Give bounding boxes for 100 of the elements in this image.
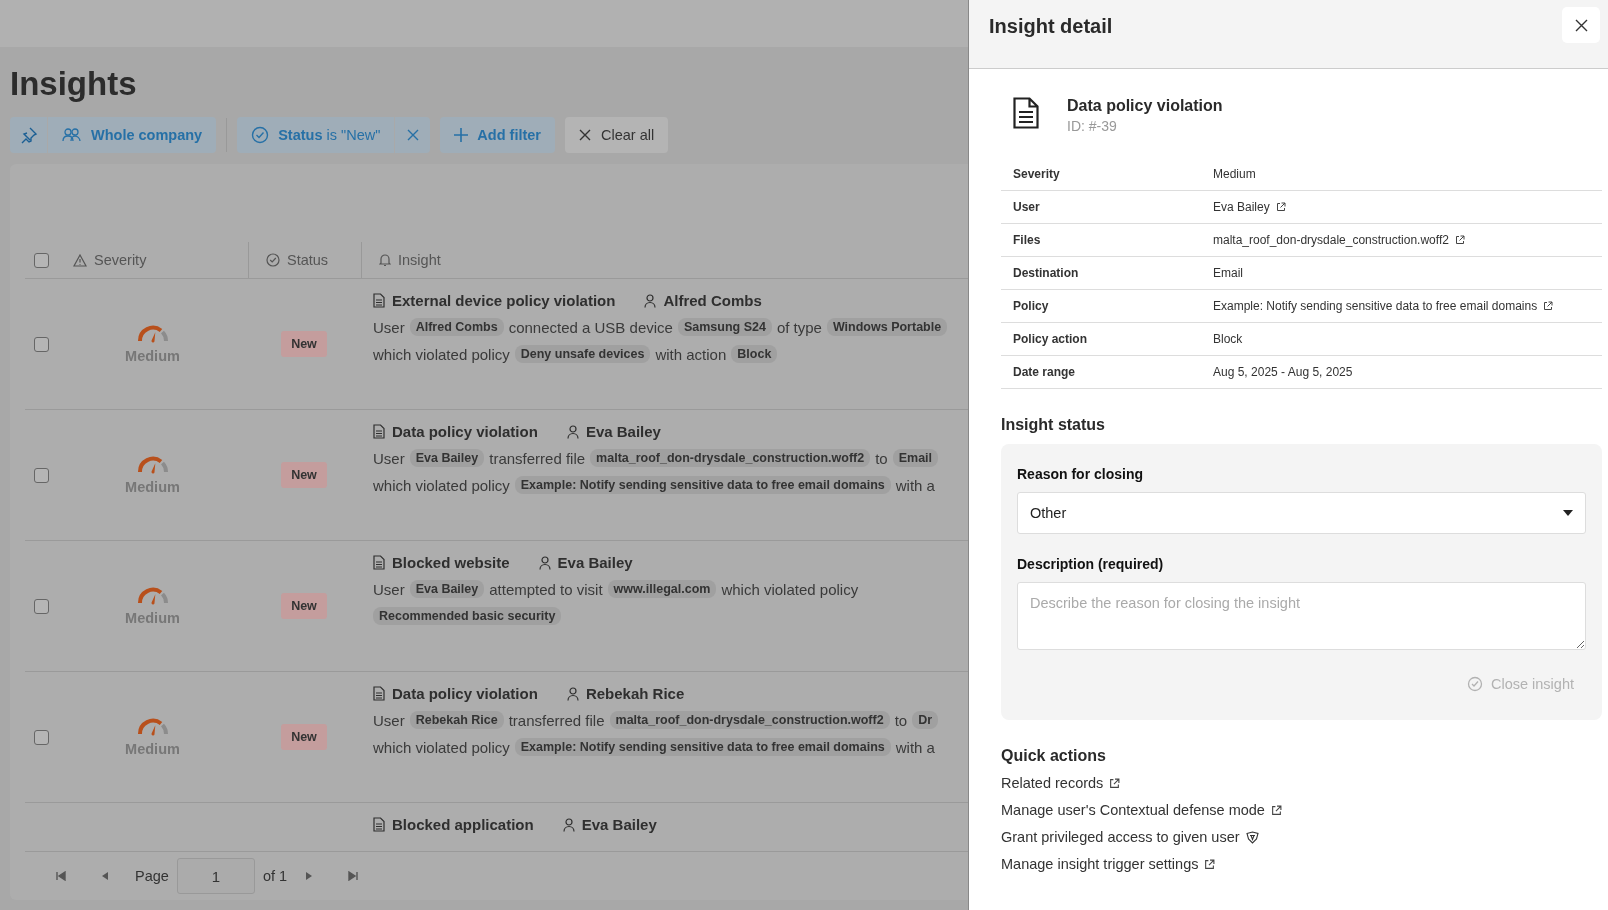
close-button[interactable] — [1562, 7, 1600, 43]
value-tag: Email — [892, 449, 939, 467]
value-tag: Windows Portable — [826, 318, 948, 336]
page-input[interactable]: 1 — [176, 858, 255, 894]
description-text: transferred file — [508, 711, 605, 729]
user-icon — [644, 293, 657, 308]
status-badge: New — [281, 331, 327, 357]
row-checkbox[interactable] — [33, 598, 49, 614]
description-text: with action — [655, 345, 727, 363]
document-icon — [373, 293, 385, 308]
description-text: User — [373, 711, 405, 729]
external-link-icon — [1109, 777, 1121, 789]
value-tag: Example: Notify sending sensitive data to free email domains — [514, 738, 891, 756]
insight-title: Blocked application — [392, 816, 534, 833]
detail-value: Email — [1213, 266, 1243, 280]
external-link-icon[interactable] — [1454, 235, 1465, 245]
detail-label: Severity — [1012, 167, 1061, 181]
detail-label: Destination — [1012, 266, 1080, 280]
check-circle-icon — [251, 126, 270, 144]
description-text: which violated policy — [373, 738, 510, 756]
gauge-icon — [136, 717, 169, 737]
field-label: Description (required) — [1017, 556, 1165, 572]
close-icon — [406, 129, 419, 141]
value-tag: malta_roof_don-drysdale_construction.woff2 — [590, 449, 871, 467]
value-tag: Eva Bailey — [409, 580, 485, 598]
description-text: to — [894, 711, 908, 729]
shield-icon — [1245, 830, 1259, 844]
description-text: which violated policy — [373, 476, 510, 494]
detail-label: Files — [1012, 233, 1042, 247]
external-link-icon[interactable] — [1275, 202, 1286, 212]
plus-icon — [454, 128, 469, 142]
field-label: Reason for closing — [1017, 466, 1145, 482]
detail-value: Eva Bailey — [1213, 200, 1270, 214]
section-heading: Quick actions — [1001, 747, 1107, 765]
description-text: of type — [776, 318, 822, 336]
first-page-icon — [56, 871, 66, 881]
user-name: Eva Bailey — [557, 554, 633, 571]
gauge-icon — [136, 324, 169, 344]
value-tag: Deny unsafe devices — [514, 345, 651, 363]
quick-action-link[interactable]: Manage insight trigger settings — [1001, 856, 1199, 872]
close-icon — [579, 129, 591, 141]
last-page-icon — [348, 871, 359, 881]
column-header: Severity — [94, 252, 147, 268]
close-icon — [1574, 18, 1588, 32]
value-tag: Rebekah Rice — [409, 711, 504, 729]
value-tag: Alfred Combs — [409, 318, 504, 336]
quick-action-link[interactable]: Related records — [1001, 775, 1104, 791]
gauge-icon — [136, 455, 169, 475]
section-heading: Insight status — [1001, 416, 1106, 434]
check-circle-icon — [1467, 676, 1483, 692]
clear-all-button[interactable]: Clear all — [565, 117, 669, 153]
page-title: Insights — [10, 65, 138, 103]
document-icon — [373, 686, 385, 701]
document-icon — [373, 424, 385, 439]
insight-id: ID: #-39 — [1067, 118, 1118, 134]
document-icon — [373, 817, 385, 832]
status-badge: New — [281, 724, 327, 750]
user-name: Eva Bailey — [581, 816, 657, 833]
page-label: Page — [135, 868, 169, 884]
description-text: with a — [895, 738, 935, 756]
user-icon — [538, 555, 551, 570]
description-text: which violated policy — [721, 580, 859, 598]
user-icon — [562, 817, 575, 832]
external-link-icon[interactable] — [1543, 301, 1554, 311]
quick-action-link[interactable]: Manage user's Contextual defense mode — [1001, 802, 1265, 818]
insight-title: Data policy violation — [1067, 97, 1223, 115]
row-checkbox[interactable] — [33, 336, 49, 352]
previous-page-icon — [101, 871, 109, 881]
insight-title: Data policy violation — [392, 423, 538, 440]
detail-label: Policy action — [1012, 332, 1089, 346]
insight-title: Data policy violation — [392, 685, 538, 702]
quick-action-link[interactable]: Grant privileged access to given user — [1001, 829, 1240, 845]
row-checkbox[interactable] — [33, 729, 49, 745]
detail-value: malta_roof_don-drysdale_construction.woff2 — [1213, 233, 1449, 247]
select-all-checkbox[interactable] — [33, 252, 49, 268]
reason-dropdown[interactable]: Other — [1017, 492, 1586, 534]
document-icon — [1013, 97, 1039, 129]
panel-title: Insight detail — [989, 14, 1113, 38]
status-badge: New — [281, 593, 327, 619]
description-text: transferred file — [489, 449, 586, 467]
description-text: to — [875, 449, 888, 467]
value-tag: Dr — [912, 711, 939, 729]
user-icon — [566, 424, 579, 439]
value-tag: Block — [731, 345, 778, 363]
value-tag: Samsung S24 — [677, 318, 772, 336]
page-count: of 1 — [262, 868, 288, 884]
next-page-icon — [305, 871, 314, 881]
user-name: Eva Bailey — [585, 423, 661, 440]
gauge-icon — [136, 586, 169, 606]
column-header: Status — [287, 252, 329, 268]
external-link-icon — [1270, 804, 1282, 816]
description-field[interactable]: Describe the reason for closing the insight — [1017, 582, 1586, 650]
document-icon — [373, 555, 385, 570]
description-text: with a — [895, 476, 935, 494]
pin-icon — [19, 126, 38, 144]
row-checkbox[interactable] — [33, 467, 49, 483]
insight-title: Blocked website — [392, 554, 510, 571]
detail-label: User — [1012, 200, 1041, 214]
detail-value: Example: Notify sending sensitive data to free email domains — [1213, 299, 1538, 313]
description-text: User — [373, 318, 405, 336]
